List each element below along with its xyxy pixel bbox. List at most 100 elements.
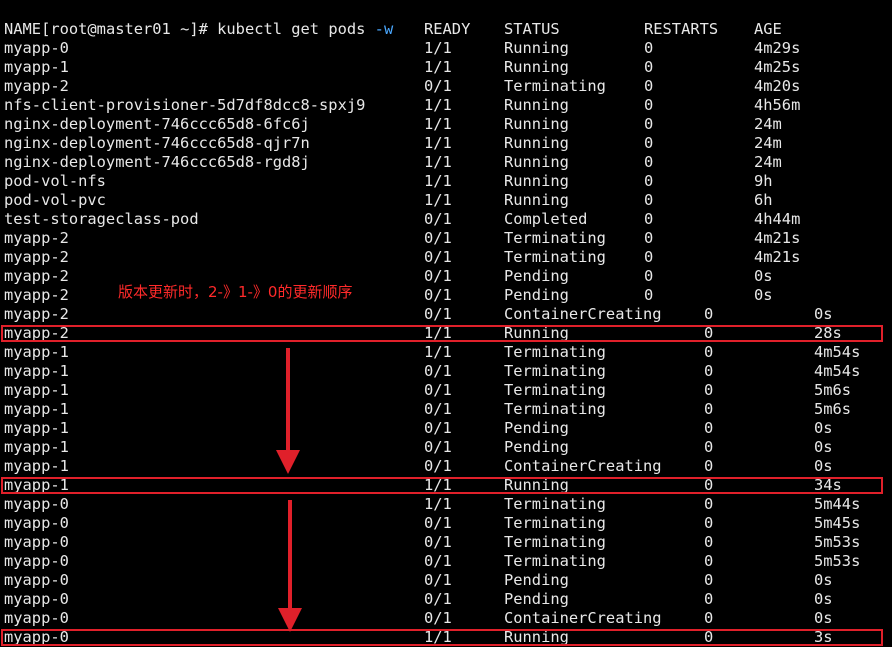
row-status: Terminating — [504, 514, 606, 532]
row-age: 4m21s — [754, 248, 801, 266]
row-status: Terminating — [504, 77, 606, 95]
prompt-user-host: [root@master01 ~]# — [41, 20, 218, 38]
row-ready: 0/1 — [424, 248, 452, 266]
row-age: 0s — [754, 267, 773, 285]
row-ready: 1/1 — [424, 172, 452, 190]
row-status: Pending — [504, 419, 569, 437]
row-ready: 0/1 — [424, 438, 452, 456]
row-restarts: 0 — [704, 495, 714, 513]
row-status: Running — [504, 172, 569, 190]
row-status: Terminating — [504, 229, 606, 247]
row-status: Running — [504, 134, 569, 152]
row-name: myapp-0 — [4, 39, 69, 57]
row-ready: 0/1 — [424, 229, 452, 247]
row-age: 9h — [754, 172, 773, 190]
row-status: Pending — [504, 571, 569, 589]
row-age: 4m29s — [754, 39, 801, 57]
row-name: myapp-1 — [4, 343, 69, 361]
row-ready: 0/1 — [424, 533, 452, 551]
row-age: 5m6s — [814, 400, 852, 418]
row-name: myapp-2 — [4, 267, 69, 285]
row-name: myapp-2 — [4, 305, 69, 323]
row-ready: 0/1 — [424, 305, 452, 323]
row-restarts: 0 — [644, 286, 654, 304]
highlight-box — [1, 325, 883, 342]
row-restarts: 0 — [704, 514, 714, 532]
row-status: Terminating — [504, 533, 606, 551]
row-name: nginx-deployment-746ccc65d8-rgd8j — [4, 153, 310, 171]
header-ready: READY — [424, 20, 471, 38]
row-name: nfs-client-provisioner-5d7df8dcc8-spxj9 — [4, 96, 366, 114]
row-age: 0s — [814, 571, 833, 589]
row-restarts: 0 — [704, 438, 714, 456]
row-age: 0s — [814, 457, 833, 475]
row-status: Terminating — [504, 343, 606, 361]
row-ready: 0/1 — [424, 381, 452, 399]
row-age: 4m21s — [754, 229, 801, 247]
row-name: pod-vol-pvc — [4, 191, 106, 209]
row-status: Terminating — [504, 362, 606, 380]
row-age: 24m — [754, 134, 782, 152]
row-status: ContainerCreating — [504, 457, 662, 475]
row-age: 4m20s — [754, 77, 801, 95]
row-age: 4m25s — [754, 58, 801, 76]
row-ready: 0/1 — [424, 362, 452, 380]
row-name: myapp-0 — [4, 495, 69, 513]
row-restarts: 0 — [704, 457, 714, 475]
row-restarts: 0 — [644, 58, 654, 76]
row-status: Running — [504, 153, 569, 171]
header-restarts: RESTARTS — [644, 20, 719, 38]
row-ready: 0/1 — [424, 77, 452, 95]
row-age: 0s — [814, 305, 833, 323]
row-restarts: 0 — [704, 305, 714, 323]
row-name: myapp-0 — [4, 571, 69, 589]
row-ready: 0/1 — [424, 400, 452, 418]
row-ready: 1/1 — [424, 495, 452, 513]
row-status: Pending — [504, 438, 569, 456]
row-status: Running — [504, 96, 569, 114]
row-name: pod-vol-nfs — [4, 172, 106, 190]
row-age: 4m54s — [814, 343, 861, 361]
row-ready: 1/1 — [424, 115, 452, 133]
row-name: nginx-deployment-746ccc65d8-6fc6j — [4, 115, 310, 133]
row-status: Running — [504, 58, 569, 76]
row-restarts: 0 — [704, 362, 714, 380]
header-age: AGE — [754, 20, 782, 38]
row-name: myapp-0 — [4, 533, 69, 551]
row-status: Terminating — [504, 552, 606, 570]
terminal-window[interactable]: [root@master01 ~]# kubectl get pods -w N… — [0, 0, 892, 647]
row-restarts: 0 — [704, 552, 714, 570]
row-age: 4h56m — [754, 96, 801, 114]
row-status: ContainerCreating — [504, 305, 662, 323]
row-ready: 1/1 — [424, 39, 452, 57]
row-restarts: 0 — [644, 267, 654, 285]
row-restarts: 0 — [644, 115, 654, 133]
row-ready: 1/1 — [424, 96, 452, 114]
row-ready: 0/1 — [424, 571, 452, 589]
row-restarts: 0 — [644, 172, 654, 190]
row-status: ContainerCreating — [504, 609, 662, 627]
row-ready: 0/1 — [424, 457, 452, 475]
row-name: myapp-1 — [4, 400, 69, 418]
row-restarts: 0 — [644, 191, 654, 209]
row-status: Pending — [504, 267, 569, 285]
row-age: 24m — [754, 153, 782, 171]
row-name: myapp-2 — [4, 286, 69, 304]
row-name: myapp-2 — [4, 248, 69, 266]
row-status: Terminating — [504, 495, 606, 513]
row-name: myapp-1 — [4, 58, 69, 76]
row-ready: 0/1 — [424, 267, 452, 285]
row-age: 4m54s — [814, 362, 861, 380]
row-age: 0s — [814, 590, 833, 608]
prompt-flag: -w — [374, 20, 394, 38]
row-age: 5m44s — [814, 495, 861, 513]
row-status: Pending — [504, 590, 569, 608]
row-status: Terminating — [504, 248, 606, 266]
row-age: 6h — [754, 191, 773, 209]
row-name: myapp-1 — [4, 381, 69, 399]
row-ready: 1/1 — [424, 343, 452, 361]
row-ready: 1/1 — [424, 191, 452, 209]
row-restarts: 0 — [644, 229, 654, 247]
row-age: 24m — [754, 115, 782, 133]
row-name: myapp-0 — [4, 552, 69, 570]
